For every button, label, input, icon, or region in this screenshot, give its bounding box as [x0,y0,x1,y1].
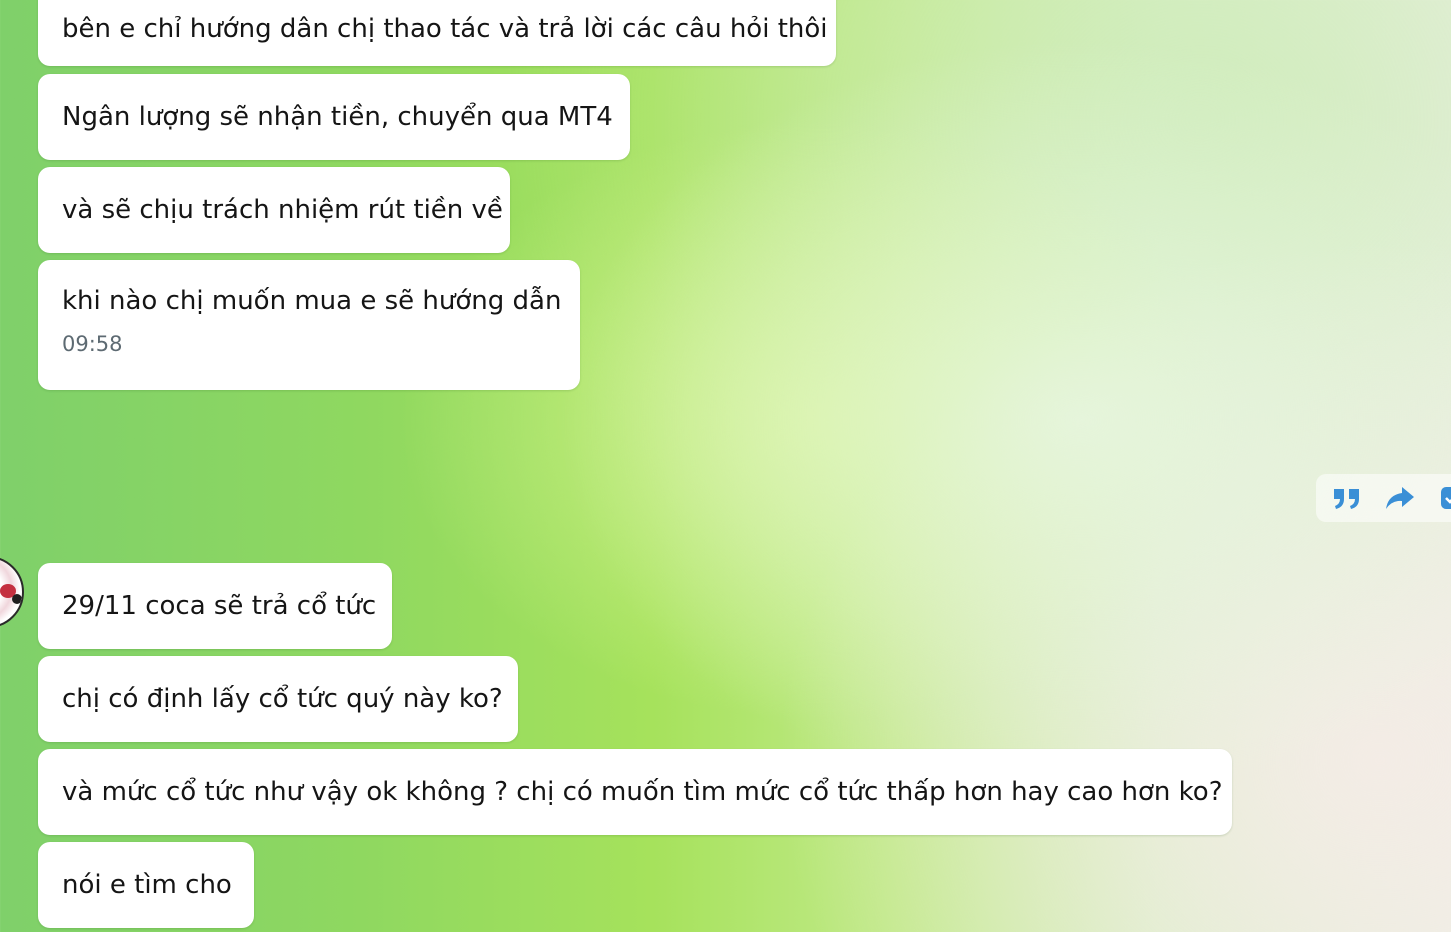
avatar-graphic-detail [12,594,22,604]
message-bubble[interactable]: nói e tìm cho [38,842,254,928]
message-bubble[interactable]: bên e chỉ hướng dân chị thao tác và trả … [38,0,836,66]
chat-area: bên e chỉ hướng dân chị thao tác và trả … [0,0,1451,932]
message-text: nói e tìm cho [62,870,232,900]
quote-icon[interactable] [1332,482,1362,514]
select-icon[interactable] [1438,482,1451,514]
message-hover-toolbar [1316,474,1451,522]
message-bubble[interactable]: và sẽ chịu trách nhiệm rút tiền về [38,167,510,253]
message-bubble[interactable]: Ngân lượng sẽ nhận tiền, chuyển qua MT4 [38,74,630,160]
message-bubble[interactable]: khi nào chị muốn mua e sẽ hướng dẫn 09:5… [38,260,580,390]
message-text: 29/11 coca sẽ trả cổ tức [62,591,377,621]
sender-avatar[interactable] [0,556,24,628]
message-bubble[interactable]: và mức cổ tức như vậy ok không ? chị có … [38,749,1232,835]
message-text: và sẽ chịu trách nhiệm rút tiền về [62,195,503,225]
message-text: khi nào chị muốn mua e sẽ hướng dẫn [62,286,562,316]
message-time: 09:58 [62,332,123,356]
message-bubble[interactable]: chị có định lấy cổ tức quý này ko? [38,656,518,742]
forward-icon[interactable] [1384,482,1416,514]
message-text: Ngân lượng sẽ nhận tiền, chuyển qua MT4 [62,102,613,132]
message-text: bên e chỉ hướng dân chị thao tác và trả … [62,14,828,44]
message-bubble[interactable]: 29/11 coca sẽ trả cổ tức [38,563,392,649]
message-text: và mức cổ tức như vậy ok không ? chị có … [62,777,1223,807]
message-text: chị có định lấy cổ tức quý này ko? [62,684,503,714]
